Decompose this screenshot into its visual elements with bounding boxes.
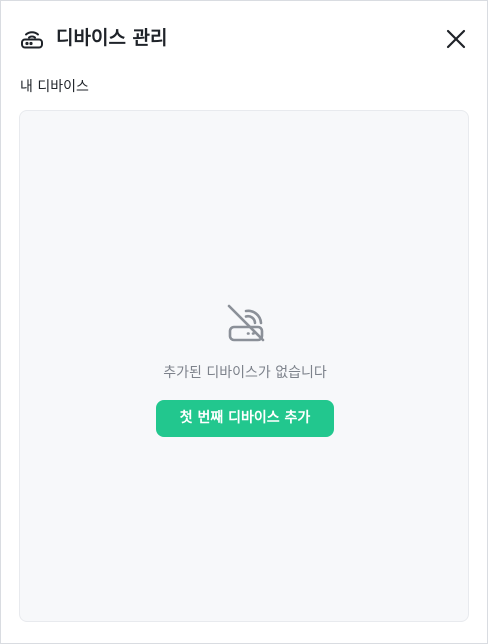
device-management-dialog: 디바이스 관리 내 디바이스 추가된 디바이스가 없습니다 첫 번째 디바이스 (0, 0, 488, 644)
router-off-icon (224, 301, 268, 345)
close-icon (442, 29, 470, 56)
dialog-header: 디바이스 관리 (1, 1, 487, 73)
close-button[interactable] (442, 25, 470, 53)
empty-state-message: 추가된 디바이스가 없습니다 (163, 365, 327, 381)
add-first-device-button[interactable]: 첫 번째 디바이스 추가 (156, 400, 334, 437)
my-devices-label: 내 디바이스 (20, 79, 89, 95)
device-list-panel: 추가된 디바이스가 없습니다 첫 번째 디바이스 추가 (19, 110, 469, 622)
dialog-title: 디바이스 관리 (56, 27, 168, 49)
router-icon (19, 25, 45, 51)
